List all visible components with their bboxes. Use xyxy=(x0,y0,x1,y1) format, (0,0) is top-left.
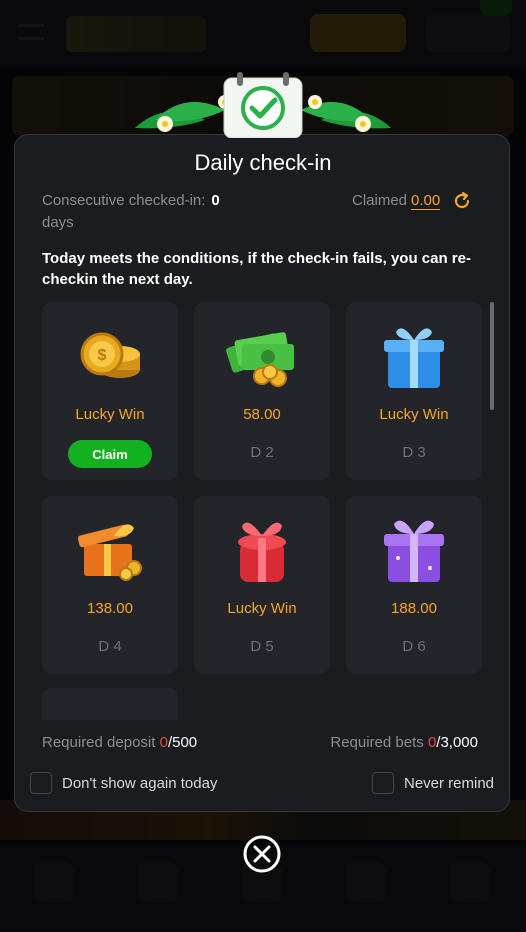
checkin-note: Today meets the conditions, if the check… xyxy=(42,250,471,288)
dont-show-today-label: Don't show again today xyxy=(62,774,218,792)
claimed-info: Claimed 0.00 xyxy=(352,190,472,212)
never-remind-option[interactable]: Never remind xyxy=(372,772,494,794)
reward-card-day-5[interactable]: Lucky Win D 5 xyxy=(194,496,330,674)
close-icon[interactable] xyxy=(242,834,282,874)
required-deposit: Required deposit 0/500 xyxy=(42,734,197,751)
reward-day-label: D 2 xyxy=(250,444,274,461)
coin-stack-icon xyxy=(70,700,150,720)
required-bets: Required bets 0/3,000 xyxy=(330,734,478,751)
reward-day-label: D 5 xyxy=(250,638,274,655)
reward-amount: Lucky Win xyxy=(379,406,449,423)
consecutive-label: Consecutive checked-in: xyxy=(42,192,206,209)
reward-day-label: D 6 xyxy=(402,638,426,655)
cash-coins-icon xyxy=(226,332,294,387)
red-gift-icon xyxy=(238,522,286,582)
svg-text:$: $ xyxy=(98,347,107,364)
consecutive-unit: days xyxy=(42,214,74,231)
reward-card-day-6[interactable]: 188.00 D 6 xyxy=(346,496,482,674)
refresh-icon[interactable] xyxy=(452,191,472,211)
never-remind-label: Never remind xyxy=(404,774,495,792)
blue-gift-icon xyxy=(384,328,444,388)
consecutive-checkin-info: Consecutive checked-in: 0 days xyxy=(42,190,302,234)
modal-title: Daily check-in xyxy=(194,150,332,175)
never-remind-checkbox[interactable] xyxy=(372,772,394,794)
claimed-label: Claimed xyxy=(352,192,408,209)
claim-button[interactable]: Claim xyxy=(68,440,152,468)
required-bets-label: Required bets xyxy=(330,734,424,751)
required-bets-total: /3,000 xyxy=(436,734,478,751)
orange-gift-icon xyxy=(77,524,142,581)
dont-show-today-checkbox[interactable] xyxy=(30,772,52,794)
purple-gift-icon xyxy=(384,520,444,582)
reward-card-day-4[interactable]: 138.00 D 4 xyxy=(42,496,178,674)
calendar-check-icon xyxy=(135,72,391,138)
reward-grid[interactable]: $ Lucky Win Claim 58.00 D 2 Lucky Win D … xyxy=(42,302,484,720)
dont-show-today-option[interactable]: Don't show again today xyxy=(30,772,217,794)
reward-amount: Lucky Win xyxy=(75,406,145,423)
required-deposit-label: Required deposit xyxy=(42,734,156,751)
reward-card-day-3[interactable]: Lucky Win D 3 xyxy=(346,302,482,480)
coin-stack-icon: $ xyxy=(80,332,140,378)
scrollbar[interactable] xyxy=(490,302,494,410)
claimed-value: 0.00 xyxy=(411,192,441,210)
reward-amount: Lucky Win xyxy=(227,600,297,617)
reward-amount: 138.00 xyxy=(87,600,133,617)
reward-day-label: D 3 xyxy=(402,444,426,461)
reward-amount: 58.00 xyxy=(243,406,281,423)
reward-card-day-2[interactable]: 58.00 D 2 xyxy=(194,302,330,480)
reward-card-day-7[interactable] xyxy=(42,688,178,720)
reward-amount: 188.00 xyxy=(391,600,437,617)
required-deposit-total: /500 xyxy=(167,734,198,751)
reward-day-label: D 4 xyxy=(98,638,122,655)
reward-card-day-1[interactable]: $ Lucky Win Claim xyxy=(42,302,178,480)
required-deposit-current: 0 xyxy=(159,734,168,751)
consecutive-value: 0 xyxy=(211,192,220,209)
